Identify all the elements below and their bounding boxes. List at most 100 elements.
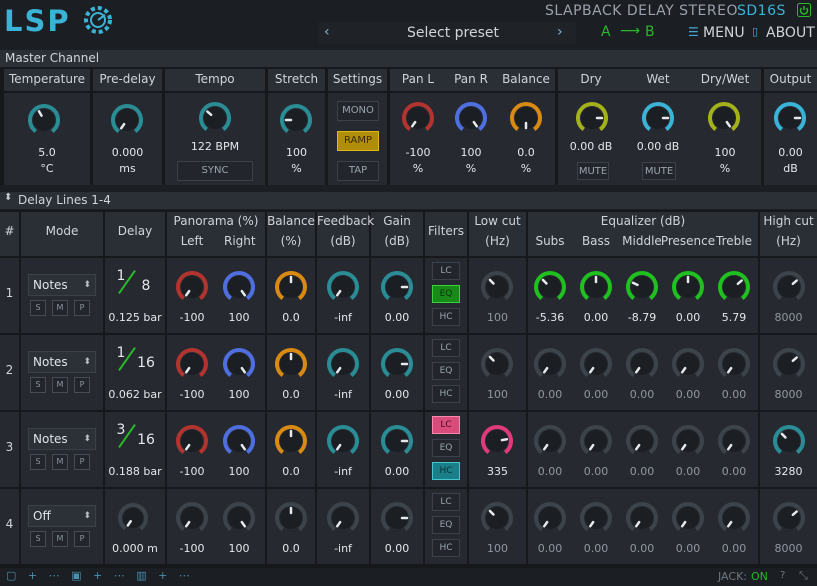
balance-knob[interactable]	[508, 100, 544, 136]
drywet-knob[interactable]	[706, 100, 742, 136]
subs-knob[interactable]	[532, 269, 568, 305]
lowcut-knob[interactable]	[479, 269, 515, 305]
feedback-knob[interactable]	[325, 423, 361, 459]
lowcut-knob[interactable]	[479, 423, 515, 459]
subs-knob[interactable]	[532, 346, 568, 382]
eq-button[interactable]: EQ	[432, 285, 460, 303]
presence-knob[interactable]	[670, 500, 706, 536]
stretch-knob[interactable]	[278, 102, 314, 138]
lc-button[interactable]: LC	[432, 262, 460, 280]
treble-knob[interactable]	[716, 500, 752, 536]
row-m-button[interactable]: M	[52, 454, 68, 470]
presence-knob[interactable]	[670, 423, 706, 459]
row-p-button[interactable]: P	[74, 377, 90, 393]
ramp-button[interactable]: RAMP	[337, 131, 379, 151]
balance-knob[interactable]	[273, 346, 309, 382]
power-icon[interactable]	[797, 3, 811, 17]
hc-button[interactable]: HC	[432, 385, 460, 403]
feedback-knob[interactable]	[325, 269, 361, 305]
treble-knob[interactable]	[716, 346, 752, 382]
menu-button[interactable]: MENU	[703, 25, 745, 41]
preset-label[interactable]: Select preset	[407, 25, 499, 41]
mode-select[interactable]: Off ⬍	[28, 505, 96, 527]
ab-arrow-icon[interactable]: ⟶	[620, 23, 640, 39]
highcut-knob[interactable]	[771, 423, 807, 459]
row-m-button[interactable]: M	[52, 377, 68, 393]
about-icon[interactable]: ▯	[752, 25, 758, 38]
left-pan-knob[interactable]	[174, 423, 210, 459]
highcut-knob[interactable]	[771, 346, 807, 382]
row-s-button[interactable]: S	[30, 454, 46, 470]
row-s-button[interactable]: S	[30, 531, 46, 547]
presence-knob[interactable]	[670, 346, 706, 382]
eq-button[interactable]: EQ	[432, 516, 460, 534]
hc-button[interactable]: HC	[432, 308, 460, 326]
middle-knob[interactable]	[624, 269, 660, 305]
mono-button[interactable]: MONO	[337, 101, 379, 121]
mode-select[interactable]: Notes ⬍	[28, 428, 96, 450]
menu-icon[interactable]: ☰	[688, 25, 699, 39]
bass-knob[interactable]	[578, 346, 614, 382]
bass-knob[interactable]	[578, 500, 614, 536]
gain-knob[interactable]	[379, 500, 415, 536]
feedback-knob[interactable]	[325, 500, 361, 536]
temperature-knob[interactable]	[26, 102, 62, 138]
middle-knob[interactable]	[624, 423, 660, 459]
predelay-knob[interactable]	[109, 102, 145, 138]
delay-knob[interactable]	[116, 501, 150, 535]
highcut-knob[interactable]	[771, 269, 807, 305]
tempo-knob[interactable]	[197, 100, 233, 136]
highcut-knob[interactable]	[771, 500, 807, 536]
pan-right-knob[interactable]	[453, 100, 489, 136]
treble-knob[interactable]	[716, 269, 752, 305]
mode-select[interactable]: Notes ⬍	[28, 274, 96, 296]
subs-knob[interactable]	[532, 423, 568, 459]
hc-button[interactable]: HC	[432, 462, 460, 480]
mode-select[interactable]: Notes ⬍	[28, 351, 96, 373]
row-m-button[interactable]: M	[52, 300, 68, 316]
sync-button[interactable]: SYNC	[177, 161, 253, 181]
lowcut-knob[interactable]	[479, 500, 515, 536]
balance-knob[interactable]	[273, 269, 309, 305]
bass-knob[interactable]	[578, 423, 614, 459]
delay-lines-title[interactable]: Delay Lines 1-4	[0, 192, 817, 209]
dry-mute-button[interactable]: MUTE	[577, 162, 609, 180]
left-pan-knob[interactable]	[174, 500, 210, 536]
pan-left-knob[interactable]	[400, 100, 436, 136]
help-icon[interactable]: ?	[780, 570, 785, 581]
lowcut-knob[interactable]	[479, 346, 515, 382]
right-pan-knob[interactable]	[221, 500, 257, 536]
resize-icon[interactable]: ⤡	[799, 569, 808, 583]
dry-knob[interactable]	[574, 100, 610, 136]
presence-knob[interactable]	[670, 269, 706, 305]
right-pan-knob[interactable]	[221, 423, 257, 459]
eq-button[interactable]: EQ	[432, 439, 460, 457]
about-button[interactable]: ABOUT	[766, 25, 815, 41]
row-m-button[interactable]: M	[52, 531, 68, 547]
bass-knob[interactable]	[578, 269, 614, 305]
ab-b-button[interactable]: B	[645, 24, 655, 40]
output-knob[interactable]	[772, 100, 808, 136]
hc-button[interactable]: HC	[432, 539, 460, 557]
gain-knob[interactable]	[379, 269, 415, 305]
row-p-button[interactable]: P	[74, 454, 90, 470]
middle-knob[interactable]	[624, 500, 660, 536]
lc-button[interactable]: LC	[432, 416, 460, 434]
gain-knob[interactable]	[379, 346, 415, 382]
expand-icon[interactable]: ⬍	[4, 192, 12, 203]
row-s-button[interactable]: S	[30, 377, 46, 393]
subs-knob[interactable]	[532, 500, 568, 536]
lc-button[interactable]: LC	[432, 493, 460, 511]
row-s-button[interactable]: S	[30, 300, 46, 316]
left-pan-knob[interactable]	[174, 269, 210, 305]
preset-next-button[interactable]: ›	[557, 24, 563, 40]
tap-button[interactable]: TAP	[337, 161, 379, 181]
gain-knob[interactable]	[379, 423, 415, 459]
ab-a-button[interactable]: A	[601, 24, 611, 40]
preset-prev-button[interactable]: ‹	[324, 24, 330, 40]
wet-mute-button[interactable]: MUTE	[642, 162, 676, 180]
lc-button[interactable]: LC	[432, 339, 460, 357]
right-pan-knob[interactable]	[221, 269, 257, 305]
middle-knob[interactable]	[624, 346, 660, 382]
wet-knob[interactable]	[640, 100, 676, 136]
